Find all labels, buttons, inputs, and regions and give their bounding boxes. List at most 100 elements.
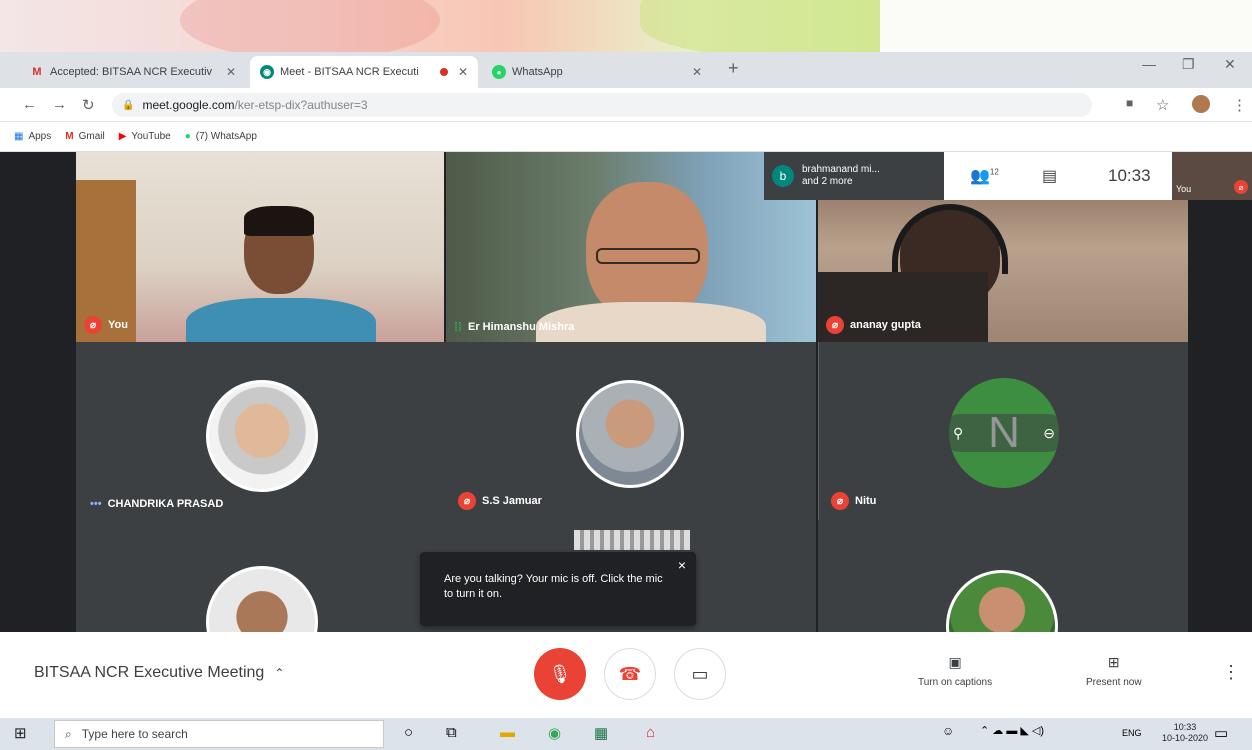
video-tile-you[interactable]: ⌀ You [76, 152, 444, 342]
joining-more: and 2 more [802, 176, 853, 187]
captions-label: Turn on captions [918, 677, 993, 688]
mic-toggle-button[interactable]: 🎙︎ [534, 648, 586, 700]
video-tile-partial-right[interactable] [818, 520, 1188, 632]
video-tile-ss-jamuar[interactable]: ⌀ S.S Jamuar [446, 342, 816, 520]
whatsapp-icon: ● [184, 131, 191, 142]
meet-icon: ◉ [260, 65, 274, 79]
participants-icon[interactable]: 👥12 [970, 166, 999, 186]
tab-label: Meet - BITSAA NCR Executi [280, 66, 419, 78]
bookmark-label: YouTube [131, 131, 171, 142]
windows-taskbar: ⊞ ⌕ Type here to search ○ ⧉ ▬ ◉ ▦ ⌂ ☺ ⌃ … [0, 718, 1252, 750]
chrome-icon[interactable]: ◉ [548, 724, 561, 742]
clock-date: 10-10-2020 [1161, 733, 1208, 743]
maximize-button[interactable]: ❐ [1182, 56, 1195, 73]
participant-photo [574, 530, 690, 550]
close-icon[interactable]: × [678, 558, 686, 573]
close-tab-icon[interactable]: ✕ [226, 65, 236, 79]
file-explorer-icon[interactable]: ▬ [500, 724, 515, 741]
people-icon[interactable]: ☺ [942, 724, 954, 738]
meet-info-banner: b brahmanand mi... and 2 more 👥12 ▤ 10:33 [764, 152, 1172, 200]
tab-label: WhatsApp [512, 66, 563, 78]
windows-start-icon[interactable]: ⊞ [14, 724, 27, 742]
tab-whatsapp[interactable]: ● WhatsApp ✕ [482, 56, 712, 88]
bookmark-apps[interactable]: ▦ Apps [14, 131, 51, 142]
participant-name: Er Himanshu Mishra [468, 321, 575, 333]
participants-count: 12 [989, 167, 999, 177]
taskbar-clock[interactable]: 10:33 10-10-2020 [1162, 722, 1208, 744]
task-view-icon[interactable]: ⧉ [446, 724, 457, 741]
search-icon: ⌕ [65, 726, 72, 741]
avatar: b [772, 165, 794, 187]
desktop-wallpaper [0, 0, 1252, 52]
acrobat-icon[interactable]: ⌂ [646, 724, 655, 741]
back-icon[interactable]: ← [22, 96, 37, 113]
more-dots-icon: ••• [90, 498, 102, 510]
participant-photo-avatar [946, 570, 1058, 632]
present-icon: ⊞ [1107, 654, 1120, 670]
mic-off-icon: ⌀ [826, 316, 844, 334]
language-indicator[interactable]: ENG [1122, 728, 1142, 738]
joining-name: brahmanand mi... [802, 164, 880, 175]
remove-icon[interactable]: ⊖ [1043, 425, 1055, 442]
video-tile-nitu[interactable]: N ⚲⊖ ⌀Nitu [818, 342, 1188, 520]
tab-label: Accepted: BITSAA NCR Executiv [50, 66, 213, 78]
close-tab-icon[interactable]: ✕ [458, 65, 468, 79]
bookmark-label: Gmail [78, 131, 105, 142]
close-tab-icon[interactable]: ✕ [692, 65, 702, 79]
more-options-icon[interactable]: ⋮ [1222, 662, 1240, 683]
headphones [892, 204, 1008, 274]
new-tab-button[interactable]: + [728, 58, 739, 79]
participants-joining-chip[interactable]: b brahmanand mi... and 2 more [764, 152, 944, 200]
taskbar-search-input[interactable]: ⌕ Type here to search [54, 720, 384, 748]
bookmark-whatsapp[interactable]: ● (7) WhatsApp [185, 131, 257, 142]
participant-name: ananay gupta [850, 319, 921, 331]
bookmark-youtube[interactable]: ▶ YouTube [119, 131, 171, 142]
notifications-icon[interactable]: ▭ [1214, 724, 1228, 742]
mic-off-icon: ⌀ [458, 492, 476, 510]
system-tray-icons[interactable]: ⌃ ☁ ▬ ◣ ◁) [980, 724, 1044, 737]
chat-icon[interactable]: ▤ [1042, 166, 1057, 186]
meeting-clock: 10:33 [1108, 166, 1151, 185]
video-tile-er-himanshu-mishra[interactable]: ⁞⁞ Er Himanshu Mishra [446, 152, 816, 342]
reload-icon[interactable]: ↻ [82, 96, 95, 114]
tab-meet[interactable]: ◉ Meet - BITSAA NCR Executi ✕ [250, 56, 478, 88]
tile-hover-controls: ⚲ ⊖ [941, 414, 1067, 452]
self-view-thumbnail[interactable]: You ⌀ [1172, 152, 1252, 200]
captions-button[interactable]: ▣ Turn on captions [918, 654, 992, 688]
bookmarks-bar: ▦ Apps M Gmail ▶ YouTube ● (7) WhatsApp [0, 122, 1252, 152]
cortana-icon[interactable]: ○ [404, 724, 413, 741]
excel-icon[interactable]: ▦ [594, 724, 608, 742]
url-field[interactable]: 🔒 meet.google.com/ker-etsp-dix?authuser=… [112, 93, 1092, 117]
minimize-button[interactable]: — [1142, 56, 1156, 72]
person-body [186, 298, 376, 342]
bookmark-star-icon[interactable]: ☆ [1156, 96, 1169, 114]
search-placeholder: Type here to search [81, 727, 188, 741]
present-now-button[interactable]: ⊞ Present now [1086, 654, 1142, 688]
participant-name: S.S Jamuar [482, 495, 542, 507]
hangup-icon: ☎ [618, 663, 642, 684]
tab-gmail[interactable]: M Accepted: BITSAA NCR Executiv ✕ [20, 56, 246, 88]
speaking-indicator-icon: ⁞⁞ [454, 320, 462, 334]
menu-kebab-icon[interactable]: ⋮ [1232, 96, 1247, 114]
meeting-details-toggle[interactable]: BITSAA NCR Executive Meeting ⌃ [34, 664, 284, 682]
camera-icon: ▭ [691, 663, 709, 684]
bookmark-gmail[interactable]: M Gmail [65, 131, 104, 142]
camera-indicator-icon[interactable]: ■ [1126, 96, 1133, 110]
profile-avatar[interactable] [1192, 95, 1210, 113]
glasses [596, 248, 700, 264]
video-tile-partial-left[interactable] [76, 520, 446, 632]
bookmark-label: Apps [28, 131, 52, 142]
leave-call-button[interactable]: ☎ [604, 648, 656, 700]
participant-name: Nitu [855, 495, 877, 507]
close-window-button[interactable]: ✕ [1224, 56, 1236, 73]
pin-icon[interactable]: ⚲ [953, 425, 963, 442]
address-bar-row: ← → ↻ 🔒 meet.google.com/ker-etsp-dix?aut… [0, 88, 1252, 122]
participant-photo-avatar [206, 380, 318, 492]
url-host: meet.google.com [142, 98, 235, 112]
forward-icon[interactable]: → [52, 96, 67, 113]
camera-toggle-button[interactable]: ▭ [674, 648, 726, 700]
video-tile-chandrika-prasad[interactable]: ••• CHANDRIKA PRASAD [76, 342, 446, 520]
clock-time: 10:33 [1173, 722, 1197, 732]
meeting-title: BITSAA NCR Executive Meeting [34, 664, 265, 681]
person-hair [244, 206, 314, 236]
